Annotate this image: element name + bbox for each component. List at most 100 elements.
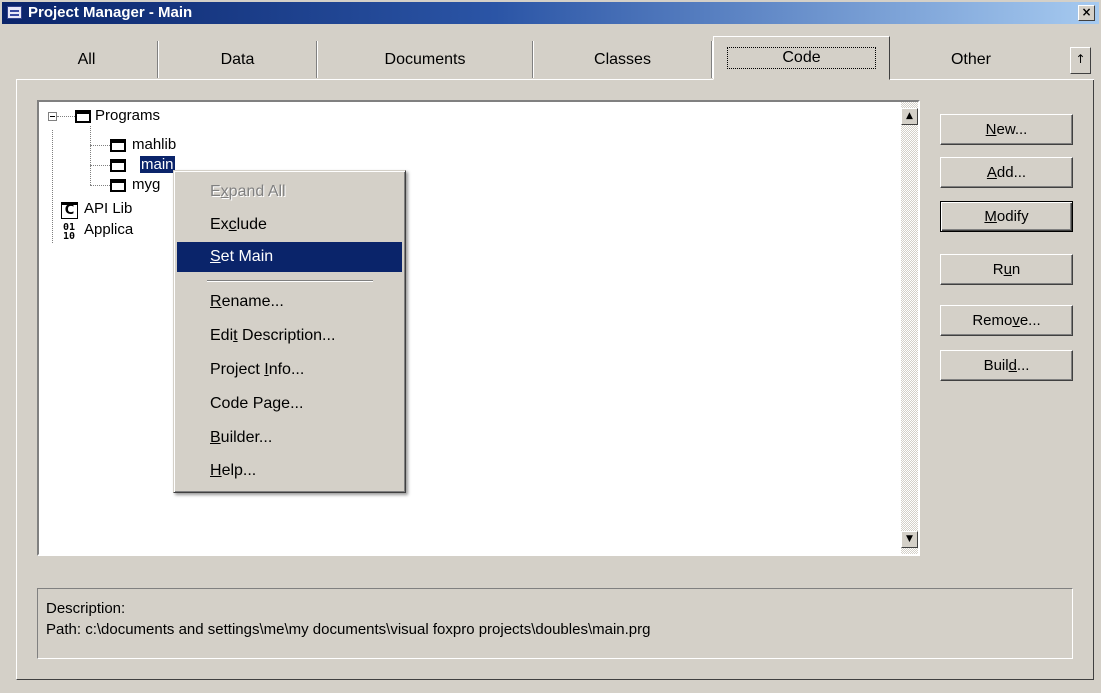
btn-accel: A (986, 164, 997, 181)
tree-item-api-libraries[interactable]: API Lib (84, 199, 132, 219)
tree-connector (90, 185, 110, 186)
remove-button[interactable]: Remove... (940, 305, 1073, 336)
application-binary-icon: 01 10 (63, 223, 76, 242)
tree-item-programs[interactable]: Programs (95, 106, 160, 126)
mi-text: Code Pa (210, 395, 273, 412)
collapse-icon[interactable] (48, 112, 57, 121)
vertical-scrollbar[interactable]: ▲ ▼ (901, 102, 918, 554)
scroll-down-button[interactable]: ▼ (901, 531, 918, 548)
mi-text: nfo... (268, 361, 305, 378)
btn-text: dd... (996, 164, 1027, 181)
tree-connector (90, 126, 91, 185)
program-file-icon (110, 179, 126, 192)
mi-text: elp... (221, 462, 257, 479)
project-tree[interactable]: Programs mahlib main myg API Lib C API L… (37, 100, 920, 556)
add-button[interactable]: Add... (940, 157, 1073, 188)
mi-text: Edi (210, 327, 234, 344)
menu-item-exclude[interactable]: Exclude (177, 210, 402, 240)
modify-button[interactable]: Modify (940, 201, 1073, 232)
tree-item-label: API Lib (84, 200, 133, 217)
tab-all[interactable]: All (16, 41, 158, 78)
title-bar[interactable]: Project Manager - Main × (2, 2, 1099, 24)
mi-accel: B (210, 429, 221, 446)
btn-text: Remo (972, 312, 1013, 329)
mi-text: e... (281, 395, 304, 412)
tree-item-label: myg (132, 176, 161, 193)
btn-text: e... (1019, 312, 1041, 329)
tab-other[interactable]: Other (891, 41, 1051, 78)
menu-item-builder[interactable]: Builder... (177, 423, 402, 453)
btn-text: R (992, 261, 1004, 278)
tree-item-main[interactable]: main (140, 155, 175, 175)
mi-text: ename... (221, 293, 284, 310)
window-title: Project Manager - Main (28, 4, 193, 21)
tree-item-label: Programs (95, 107, 161, 124)
tree-connector (90, 145, 110, 146)
new-button[interactable]: New... (940, 114, 1073, 145)
menu-item-code-page[interactable]: Code Page... (177, 389, 402, 419)
tree-item-applications[interactable]: Applica (84, 220, 133, 240)
btn-text: Buil (983, 357, 1009, 374)
tree-item-myg[interactable]: myg (132, 175, 160, 195)
tab-documents[interactable]: Documents (318, 41, 533, 78)
tree-connector (90, 165, 110, 166)
api-library-icon: C (61, 202, 78, 219)
menu-separator (207, 280, 373, 282)
run-button[interactable]: Run (940, 254, 1073, 285)
menu-item-expand-all[interactable]: Expand All (177, 177, 402, 207)
project-manager-icon (7, 6, 22, 19)
btn-accel: u (1003, 261, 1012, 278)
menu-item-edit-description[interactable]: Edit Description... (177, 321, 402, 351)
mi-accel: S (210, 248, 221, 265)
mi-text: Ex (210, 216, 229, 233)
btn-text: odify (996, 208, 1029, 225)
program-file-icon (110, 159, 126, 172)
tab-code-label: Code (727, 47, 876, 69)
close-button[interactable]: × (1078, 5, 1095, 21)
program-file-icon (110, 139, 126, 152)
mi-text: et Main (220, 248, 274, 265)
btn-accel: v (1012, 312, 1020, 329)
tab-strip: All Data Documents Classes Code Other (16, 36, 1094, 80)
tree-item-mahlib[interactable]: mahlib (132, 135, 176, 155)
tab-classes[interactable]: Classes (534, 41, 712, 78)
api-icon-letter: C (64, 203, 75, 218)
btn-text: ... (1016, 357, 1030, 374)
mi-accel: x (220, 183, 229, 200)
mi-text: lude (236, 216, 267, 233)
mi-text: E (210, 183, 221, 200)
menu-item-project-info[interactable]: Project Info... (177, 355, 402, 385)
btn-accel: d (1008, 357, 1017, 374)
context-menu: Expand All Exclude Set Main Rename... Ed… (173, 170, 406, 493)
tab-data[interactable]: Data (159, 41, 317, 78)
scroll-up-button[interactable]: ▲ (901, 108, 918, 125)
menu-item-rename[interactable]: Rename... (177, 287, 402, 317)
tree-item-label: Applica (84, 221, 134, 238)
description-panel: Description: Path: c:\documents and sett… (37, 588, 1073, 659)
tree-item-label-selected: main (140, 156, 175, 173)
build-button[interactable]: Build... (940, 350, 1073, 381)
tab-scroll-button[interactable]: ↑ (1070, 47, 1091, 74)
file-path: Path: c:\documents and settings\me\my do… (46, 621, 651, 638)
mi-accel: R (210, 293, 222, 310)
tree-connector (57, 116, 75, 117)
tab-code[interactable]: Code (713, 36, 890, 80)
btn-accel: M (984, 208, 997, 225)
mi-text: Description... (237, 327, 336, 344)
tree-connector (52, 130, 53, 243)
description-label: Description: (46, 600, 126, 617)
folder-programs-icon (75, 110, 91, 123)
mi-accel: H (210, 462, 222, 479)
project-manager-window: Project Manager - Main × All Data Docume… (0, 0, 1101, 693)
menu-item-help[interactable]: Help... (177, 456, 402, 486)
mi-text: pand All (228, 183, 286, 200)
binary-bottom: 10 (63, 231, 76, 242)
mi-accel: g (272, 395, 282, 412)
menu-item-set-main[interactable]: Set Main (177, 242, 402, 272)
mi-text: uilder... (220, 429, 273, 446)
btn-accel: N (985, 121, 997, 138)
mi-text: Project (210, 361, 265, 378)
mi-accel: c (228, 216, 237, 233)
btn-text: ew... (996, 121, 1028, 138)
btn-text: n (1011, 261, 1021, 278)
